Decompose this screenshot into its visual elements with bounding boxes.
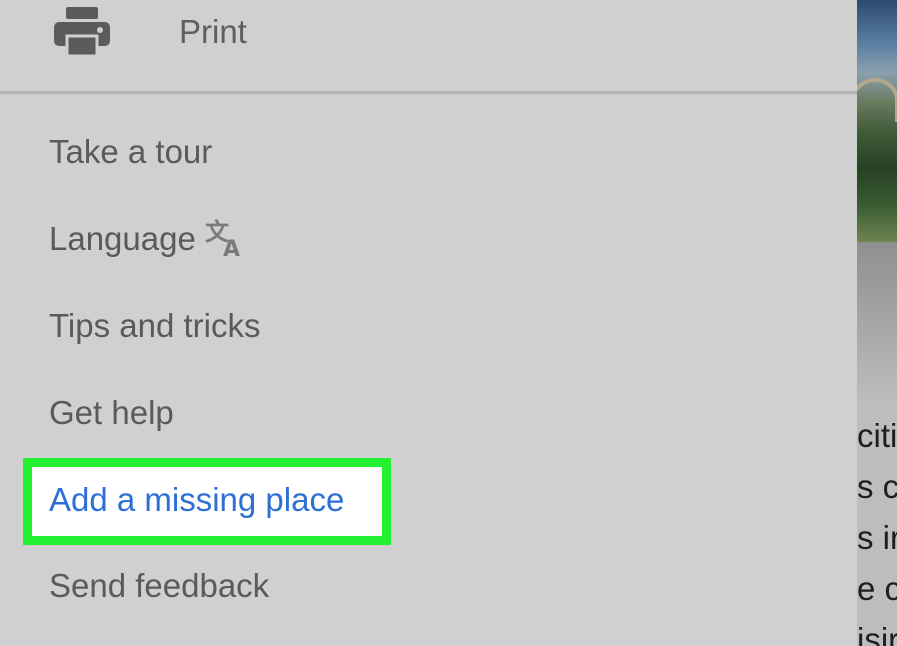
screen: Print Take a tour Language 文 A Tips and … <box>0 0 897 646</box>
menu-item-language[interactable]: Language 文 A <box>49 218 246 261</box>
menu-divider <box>0 91 857 94</box>
menu-item-label: Take a tour <box>49 133 213 170</box>
menu-item-get-help[interactable]: Get help <box>49 393 174 433</box>
print-menu-item[interactable]: Print <box>0 0 857 92</box>
background-text-line: e c <box>857 570 897 607</box>
menu-item-take-a-tour[interactable]: Take a tour <box>49 132 212 172</box>
menu-item-tips-and-tricks[interactable]: Tips and tricks <box>49 306 261 346</box>
menu-item-label: Tips and tricks <box>49 307 261 344</box>
menu-item-send-feedback[interactable]: Send feedback <box>49 566 269 606</box>
menu-item-label: Send feedback <box>49 567 270 604</box>
menu-item-label: Language <box>49 220 196 257</box>
print-label: Print <box>179 13 247 50</box>
place-photo <box>857 0 897 242</box>
background-text-line: citi <box>857 417 897 454</box>
background-text-line: s c <box>857 468 897 505</box>
background-text-line: isir <box>857 621 897 646</box>
menu-item-label: Get help <box>49 394 174 431</box>
side-menu-drawer: Print Take a tour Language 文 A Tips and … <box>0 0 857 646</box>
background-shadow <box>857 242 897 402</box>
background-text-line: s ir <box>857 519 897 556</box>
printer-icon <box>54 7 110 58</box>
background-content: citi s c s ir e c isir <box>857 0 897 646</box>
menu-item-add-a-missing-place[interactable]: Add a missing place <box>49 480 344 520</box>
bridge-arch <box>857 78 897 122</box>
svg-text:A: A <box>223 237 240 258</box>
menu-item-label: Add a missing place <box>49 481 345 518</box>
translate-icon: 文 A <box>205 218 240 258</box>
